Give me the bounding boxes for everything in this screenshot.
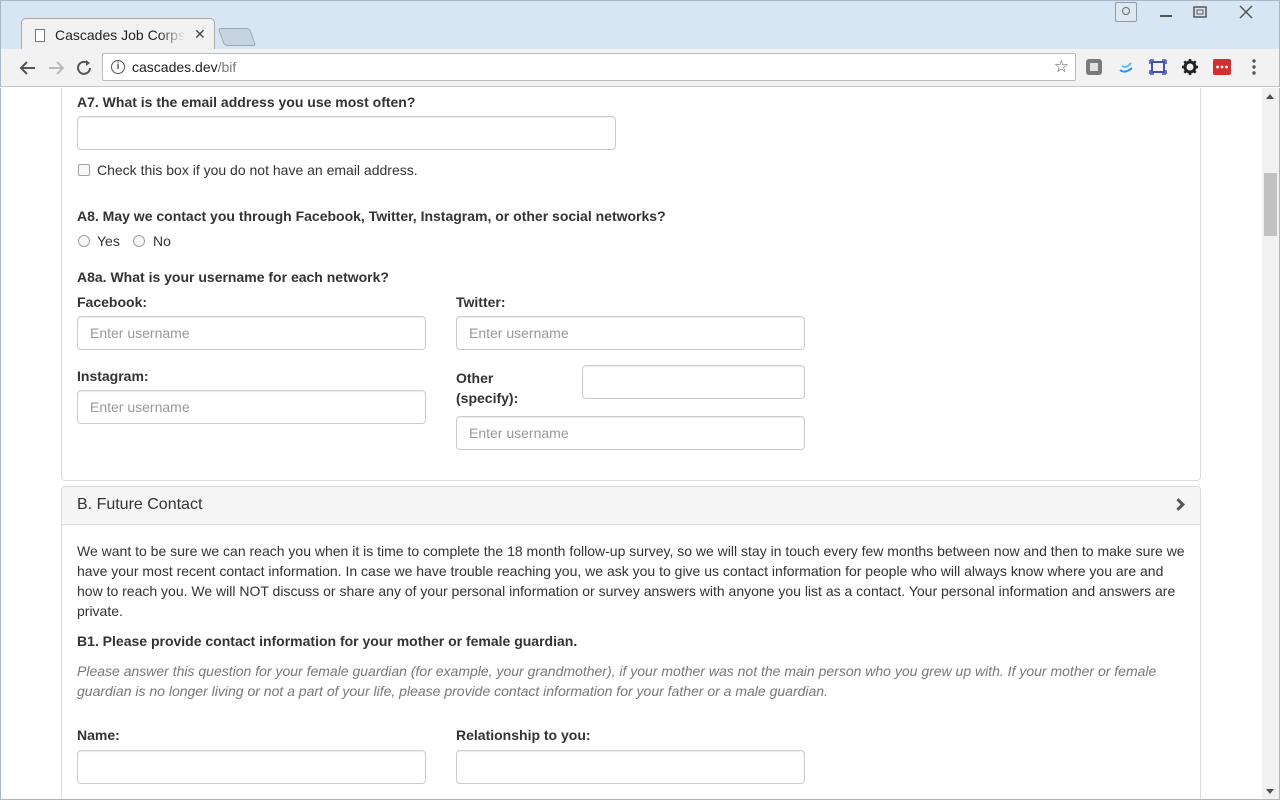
scrollbar-thumb[interactable] xyxy=(1264,173,1277,236)
facebook-label: Facebook: xyxy=(77,294,148,310)
password-dots-icon xyxy=(1213,59,1231,75)
browser-tab[interactable]: Cascades Job Corps ✕ xyxy=(21,18,215,50)
facebook-username-input[interactable] xyxy=(77,316,426,350)
close-tab-icon[interactable]: ✕ xyxy=(194,26,206,43)
reload-button[interactable] xyxy=(73,57,95,79)
other-label-line2: (specify): xyxy=(456,390,519,406)
other-username-input[interactable] xyxy=(456,416,805,450)
contact-social-no-radio[interactable] xyxy=(133,235,145,247)
extension-settings-button[interactable] xyxy=(1181,58,1199,76)
chevron-right-icon[interactable] xyxy=(1172,498,1185,511)
profile-icon xyxy=(1122,7,1130,15)
address-bar[interactable]: i cascades.dev/bif ☆ xyxy=(102,53,1076,81)
wave-icon xyxy=(1119,62,1133,73)
maximize-button[interactable] xyxy=(1187,5,1213,23)
back-button[interactable] xyxy=(17,57,39,79)
profile-button[interactable] xyxy=(1115,2,1137,22)
extension-grey-button[interactable] xyxy=(1085,58,1103,76)
question-b1-help: Please answer this question for your fem… xyxy=(77,663,1157,699)
maximize-icon xyxy=(1193,6,1207,18)
minimize-button[interactable] xyxy=(1153,5,1179,23)
gear-icon xyxy=(1182,59,1198,75)
instagram-label: Instagram: xyxy=(77,368,149,384)
url-host: cascades.dev xyxy=(132,59,218,75)
no-email-checkbox[interactable] xyxy=(78,164,90,176)
twitter-label: Twitter: xyxy=(456,294,506,310)
name-label: Name: xyxy=(77,727,120,743)
future-contact-intro: We want to be sure we can reach you when… xyxy=(77,543,1185,619)
page-icon xyxy=(35,29,45,42)
forward-button[interactable] xyxy=(45,57,67,79)
other-network-specify-input[interactable] xyxy=(582,365,805,399)
email-field[interactable] xyxy=(77,116,616,150)
browser-titlebar: Cascades Job Corps ✕ xyxy=(0,0,1280,50)
relationship-input[interactable] xyxy=(456,750,805,784)
instagram-username-input[interactable] xyxy=(77,390,426,424)
info-icon[interactable]: i xyxy=(111,60,125,74)
mother-name-input[interactable] xyxy=(77,750,426,784)
url-text[interactable]: cascades.dev/bif xyxy=(132,59,236,75)
reload-icon xyxy=(77,60,91,75)
section-b-heading[interactable]: B. Future Contact xyxy=(62,487,1200,525)
section-b-panel: B. Future Contact We want to be sure we … xyxy=(61,486,1201,799)
minimize-icon xyxy=(1160,15,1172,17)
relationship-label: Relationship to you: xyxy=(456,727,591,743)
back-arrow-icon xyxy=(19,61,35,75)
new-tab-button[interactable] xyxy=(217,28,257,46)
browser-menu-button[interactable] xyxy=(1245,58,1263,76)
scroll-up-icon[interactable] xyxy=(1266,94,1274,99)
question-b1: B1. Please provide contact information f… xyxy=(77,633,578,649)
question-a7: A7. What is the email address you use mo… xyxy=(77,94,416,110)
no-email-label: Check this box if you do not have an ema… xyxy=(97,162,418,178)
extension-capture-button[interactable] xyxy=(1149,58,1167,76)
note-icon xyxy=(1086,59,1102,75)
browser-toolbar: i cascades.dev/bif ☆ xyxy=(0,49,1280,87)
other-label-line1: Other xyxy=(456,370,494,386)
menu-dots-icon xyxy=(1252,59,1256,75)
url-path: /bif xyxy=(217,59,237,75)
screen-capture-icon xyxy=(1149,59,1167,75)
vertical-scrollbar[interactable] xyxy=(1262,88,1279,799)
twitter-username-input[interactable] xyxy=(456,316,805,350)
contact-social-yes-radio[interactable] xyxy=(78,235,90,247)
bookmark-star-icon[interactable]: ☆ xyxy=(1054,57,1069,77)
tab-title: Cascades Job Corps xyxy=(55,27,185,43)
other-label: Other (specify): xyxy=(456,368,518,408)
question-a8a: A8a. What is your username for each netw… xyxy=(77,269,389,285)
section-b-title: B. Future Contact xyxy=(77,496,203,513)
forward-arrow-icon xyxy=(49,61,65,75)
close-icon xyxy=(1239,5,1253,19)
yes-label: Yes xyxy=(97,233,120,249)
close-window-button[interactable] xyxy=(1233,5,1259,23)
extension-password-button[interactable] xyxy=(1213,58,1231,76)
page-viewport: A7. What is the email address you use mo… xyxy=(0,88,1280,800)
scroll-down-icon[interactable] xyxy=(1266,789,1274,794)
section-a-panel: A7. What is the email address you use mo… xyxy=(61,88,1201,481)
extension-wave-button[interactable] xyxy=(1117,58,1135,76)
question-a8: A8. May we contact you through Facebook,… xyxy=(77,208,666,224)
no-label: No xyxy=(153,233,171,249)
